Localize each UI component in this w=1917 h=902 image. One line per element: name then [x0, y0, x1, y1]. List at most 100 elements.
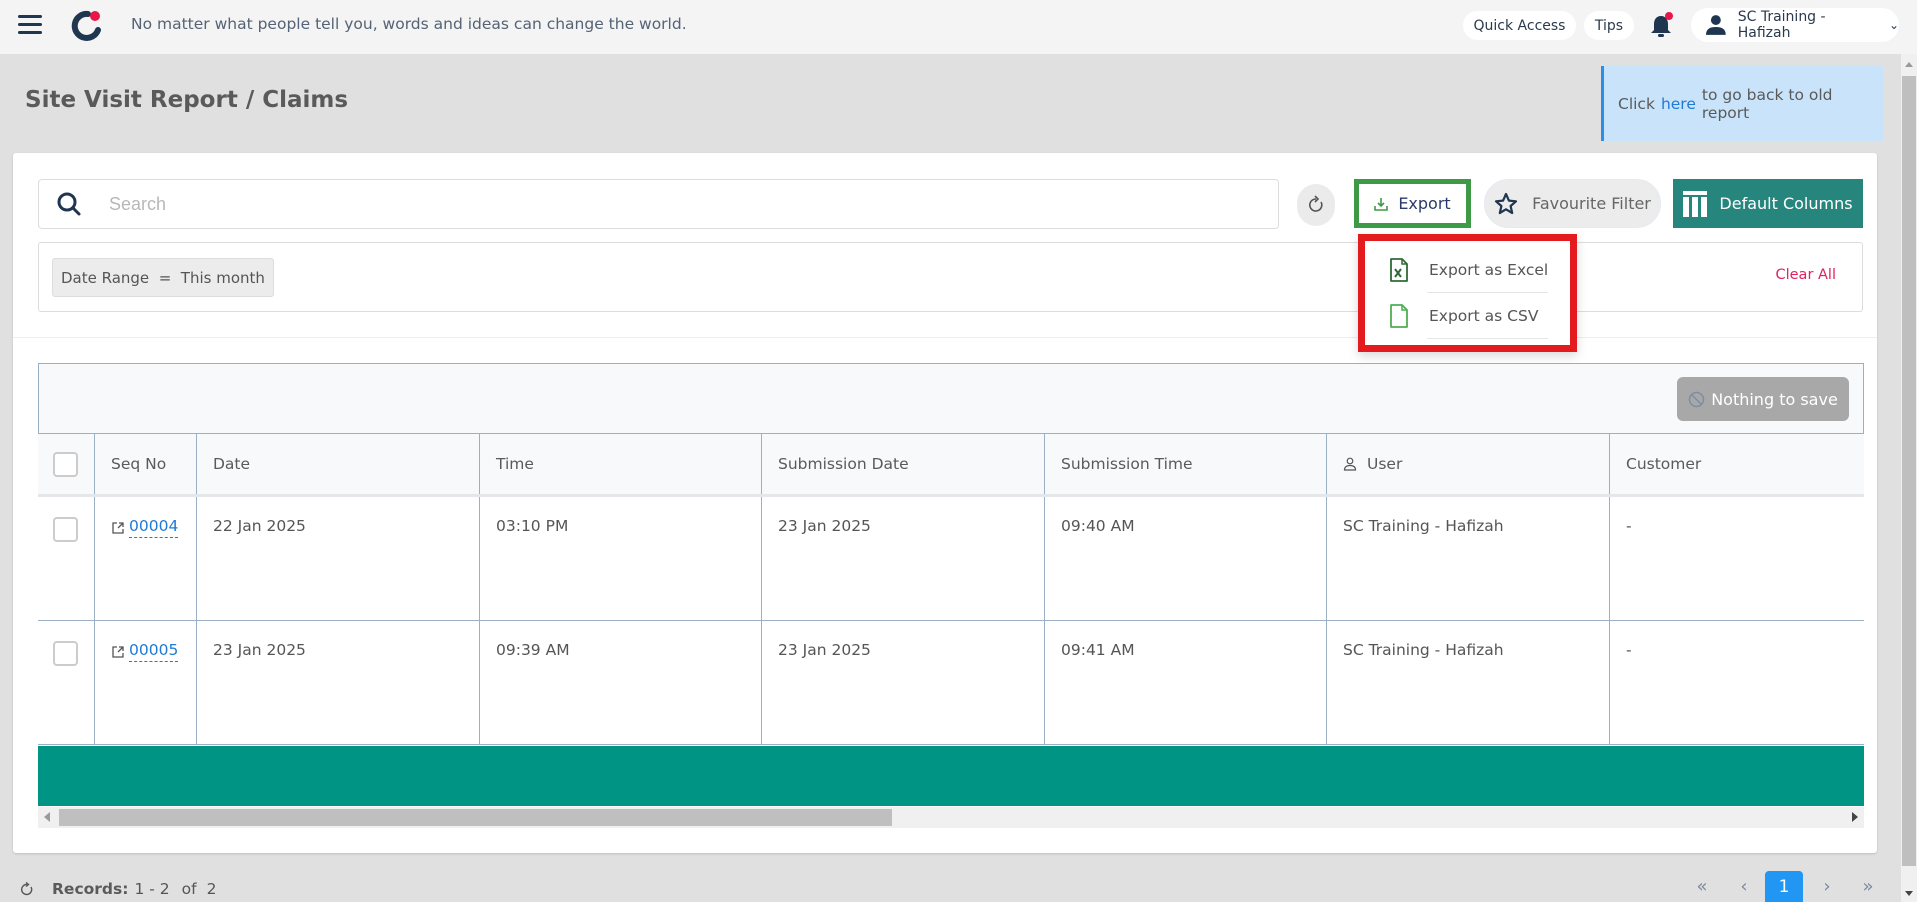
seq-link[interactable]: 00004 [129, 517, 179, 538]
hamburger-icon[interactable] [18, 15, 42, 35]
table-toolbar: Nothing to save [38, 363, 1864, 434]
horizontal-scrollbar[interactable] [38, 807, 1864, 828]
banner-prefix: Click [1618, 94, 1655, 113]
seq-cell: 00005 [95, 621, 197, 744]
user-outline-icon [1343, 457, 1357, 471]
row-select-cell [38, 621, 95, 744]
external-link-icon[interactable] [111, 645, 125, 659]
data-table: Seq No Date Time Submission Date Submiss… [38, 434, 1864, 745]
table-row[interactable]: 00004 22 Jan 2025 03:10 PM 23 Jan 2025 0… [38, 497, 1864, 621]
records-label: Records: [52, 880, 129, 898]
tips-button[interactable]: Tips [1584, 11, 1634, 40]
export-csv-label: Export as CSV [1429, 307, 1539, 325]
row-checkbox[interactable] [53, 517, 78, 542]
menu-divider [1427, 338, 1548, 339]
records-total: 2 [206, 880, 217, 898]
download-icon [1374, 197, 1389, 211]
header-user-label: User [1367, 455, 1403, 473]
excel-file-icon [1390, 258, 1408, 282]
motto-text: No matter what people tell you, words an… [131, 15, 687, 33]
table-footer-bar [38, 746, 1864, 806]
export-excel-label: Export as Excel [1429, 261, 1549, 279]
star-icon [1494, 192, 1518, 214]
table-header-row: Seq No Date Time Submission Date Submiss… [38, 434, 1864, 497]
time-cell: 09:39 AM [480, 621, 762, 744]
scroll-up-icon[interactable] [1905, 62, 1913, 67]
columns-label: Default Columns [1719, 194, 1853, 213]
ban-icon [1688, 391, 1705, 407]
export-label: Export [1398, 194, 1451, 213]
submission-time-cell: 09:41 AM [1045, 621, 1327, 744]
default-columns-button[interactable]: Default Columns [1673, 179, 1863, 228]
refresh-icon[interactable] [20, 881, 34, 897]
columns-icon [1683, 190, 1708, 217]
favourite-filter-button[interactable]: Favourite Filter [1484, 179, 1661, 228]
export-button[interactable]: Export [1354, 179, 1471, 228]
filter-chip-date-range[interactable]: Date Range = This month [52, 258, 274, 297]
page-vertical-scrollbar[interactable] [1901, 54, 1917, 902]
table-row[interactable]: 00005 23 Jan 2025 09:39 AM 23 Jan 2025 0… [38, 621, 1864, 745]
app-logo[interactable] [70, 8, 104, 42]
nothing-to-save-label: Nothing to save [1711, 389, 1838, 409]
row-select-cell [38, 497, 95, 620]
records-of: of [181, 880, 197, 898]
search-icon [57, 192, 81, 216]
header-time[interactable]: Time [480, 434, 762, 494]
nothing-to-save-button[interactable]: Nothing to save [1677, 377, 1849, 421]
active-filters: Date Range = This month Clear All [38, 242, 1863, 312]
user-cell: SC Training - Hafizah [1327, 621, 1610, 744]
banner-suffix: to go back to old report [1701, 85, 1833, 122]
search-box [38, 179, 1279, 229]
quick-access-button[interactable]: Quick Access [1463, 11, 1576, 40]
vertical-scroll-thumb[interactable] [1902, 76, 1916, 866]
chevron-down-icon: ⌄ [1888, 18, 1899, 32]
date-cell: 22 Jan 2025 [197, 497, 480, 620]
section-divider [13, 337, 1877, 338]
header-seq-no[interactable]: Seq No [95, 434, 197, 494]
page-title: Site Visit Report / Claims [25, 87, 349, 113]
submission-time-cell: 09:40 AM [1045, 497, 1327, 620]
row-checkbox[interactable] [53, 641, 78, 666]
clear-all-button[interactable]: Clear All [1775, 267, 1836, 283]
user-icon [1705, 15, 1726, 35]
old-report-banner: Click here to go back to old report [1601, 66, 1883, 141]
header-submission-date[interactable]: Submission Date [762, 434, 1045, 494]
prev-page-button[interactable]: ‹ [1735, 871, 1753, 902]
old-report-link[interactable]: here [1661, 95, 1696, 113]
records-summary: Records: 1 - 2 of 2 [20, 880, 216, 898]
current-page-button[interactable]: 1 [1765, 871, 1803, 902]
scroll-down-icon[interactable] [1905, 891, 1913, 896]
top-bar: No matter what people tell you, words an… [0, 0, 1917, 54]
date-cell: 23 Jan 2025 [197, 621, 480, 744]
customer-cell: - [1626, 517, 1632, 535]
time-cell: 03:10 PM [480, 497, 762, 620]
last-page-button[interactable]: » [1856, 871, 1880, 902]
seq-cell: 00004 [95, 497, 197, 620]
csv-file-icon [1390, 304, 1408, 328]
records-range: 1 - 2 [134, 880, 170, 898]
scroll-right-icon[interactable] [1852, 812, 1858, 822]
external-link-icon[interactable] [111, 521, 125, 535]
horizontal-scroll-thumb[interactable] [59, 809, 892, 826]
bell-icon[interactable] [1648, 12, 1674, 40]
header-submission-time[interactable]: Submission Time [1045, 434, 1327, 494]
next-page-button[interactable]: › [1818, 871, 1836, 902]
select-all-checkbox[interactable] [53, 451, 78, 477]
submission-date-cell: 23 Jan 2025 [762, 621, 1045, 744]
favourite-label: Favourite Filter [1532, 194, 1651, 213]
refresh-button[interactable] [1297, 184, 1335, 226]
export-excel-option[interactable]: Export as Excel [1365, 247, 1570, 293]
user-cell: SC Training - Hafizah [1327, 497, 1610, 620]
header-user[interactable]: User [1327, 434, 1610, 494]
user-menu[interactable]: SC Training - Hafizah ⌄ [1691, 8, 1899, 42]
first-page-button[interactable]: « [1690, 871, 1714, 902]
header-date[interactable]: Date [197, 434, 480, 494]
refresh-icon [1309, 195, 1323, 212]
scroll-left-icon[interactable] [44, 812, 50, 822]
export-csv-option[interactable]: Export as CSV [1365, 293, 1570, 339]
header-customer[interactable]: Customer [1610, 434, 1864, 494]
search-input[interactable] [109, 193, 1209, 215]
user-name: SC Training - Hafizah [1737, 9, 1826, 41]
submission-date-cell: 23 Jan 2025 [762, 497, 1045, 620]
seq-link[interactable]: 00005 [129, 641, 179, 662]
